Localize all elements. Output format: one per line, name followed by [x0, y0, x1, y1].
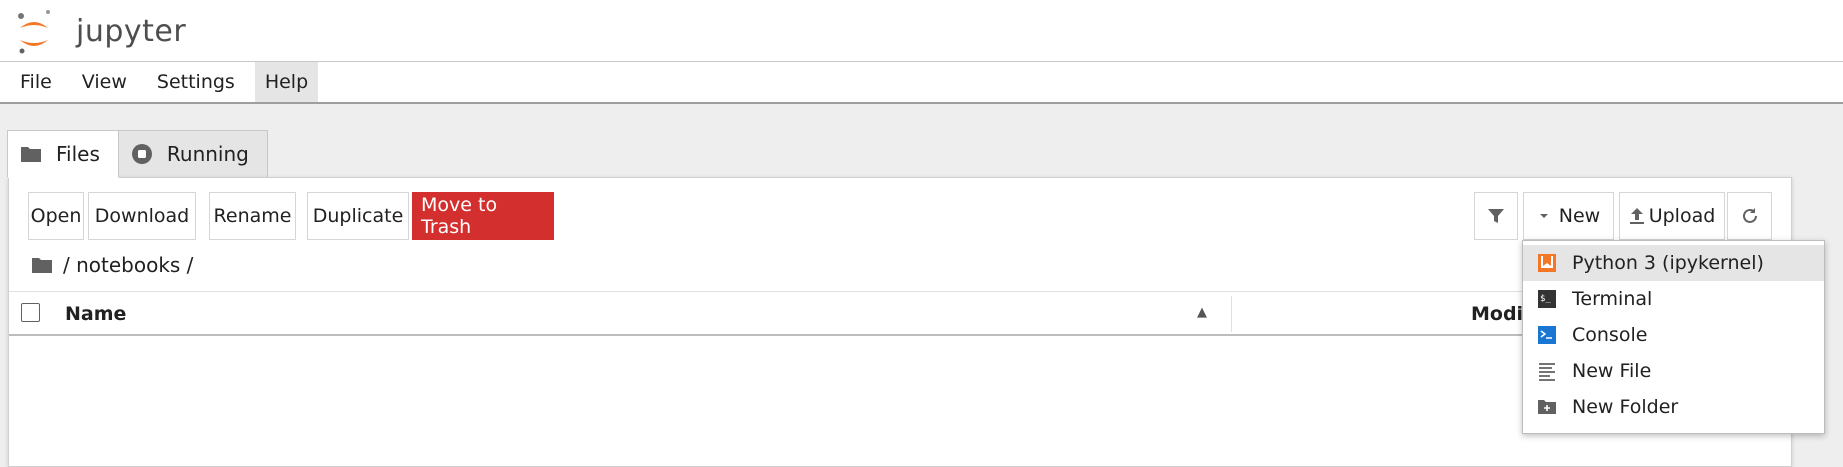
tab-bar: Files Running	[7, 130, 268, 178]
new-button[interactable]: New	[1523, 192, 1614, 240]
folder-icon	[20, 145, 42, 163]
terminal-icon: $_	[1537, 289, 1557, 309]
filter-button[interactable]	[1474, 192, 1518, 240]
stop-circle-icon	[131, 143, 153, 165]
sort-ascending-icon: ▲	[1197, 305, 1207, 320]
home-folder-icon[interactable]	[31, 256, 53, 274]
tab-files[interactable]: Files	[7, 130, 119, 178]
upload-icon	[1629, 208, 1644, 224]
menu-item-label: Terminal	[1572, 288, 1653, 310]
new-folder-icon	[1537, 397, 1557, 417]
menu-item-label: New Folder	[1572, 396, 1679, 418]
download-button[interactable]: Download	[88, 192, 196, 240]
jupyter-logo[interactable]: jupyter	[16, 8, 196, 56]
console-icon	[1537, 325, 1557, 345]
upload-button[interactable]: Upload	[1619, 192, 1725, 240]
menu-item-python3[interactable]: Python 3 (ipykernel)	[1523, 245, 1824, 281]
move-to-trash-button[interactable]: Move to Trash	[412, 192, 554, 240]
open-button[interactable]: Open	[28, 192, 84, 240]
menu-item-label: New File	[1572, 360, 1652, 382]
tab-running[interactable]: Running	[117, 130, 268, 178]
text-file-icon	[1537, 361, 1557, 381]
menu-settings[interactable]: Settings	[147, 62, 245, 102]
menu-item-console[interactable]: Console	[1523, 317, 1824, 353]
rename-button[interactable]: Rename	[209, 192, 296, 240]
duplicate-button[interactable]: Duplicate	[307, 192, 409, 240]
menu-item-label: Python 3 (ipykernel)	[1572, 252, 1764, 274]
menu-item-label: Console	[1572, 324, 1648, 346]
caret-down-icon	[1539, 214, 1548, 218]
new-button-label: New	[1558, 205, 1601, 227]
menu-item-terminal[interactable]: $_ Terminal	[1523, 281, 1824, 317]
filter-icon	[1488, 209, 1504, 223]
column-name[interactable]: Name	[65, 303, 126, 325]
upload-button-label: Upload	[1648, 205, 1716, 227]
column-divider[interactable]	[1231, 296, 1232, 332]
svg-text:$_: $_	[1540, 294, 1551, 304]
menu-item-new-folder[interactable]: New Folder	[1523, 389, 1824, 425]
python-notebook-icon	[1537, 253, 1557, 273]
menu-file[interactable]: File	[10, 62, 62, 102]
menu-view[interactable]: View	[72, 62, 137, 102]
menu-item-new-file[interactable]: New File	[1523, 353, 1824, 389]
logo-text: jupyter	[76, 14, 187, 49]
breadcrumb: / notebooks /	[31, 250, 193, 280]
breadcrumb-path[interactable]: / notebooks /	[63, 253, 193, 277]
jupyter-logo-icon	[18, 10, 50, 54]
tab-running-label: Running	[166, 142, 249, 166]
refresh-button[interactable]	[1727, 192, 1772, 240]
refresh-icon	[1742, 208, 1757, 223]
select-all-checkbox[interactable]	[21, 303, 40, 322]
menu-bar: File View Settings Help	[0, 62, 1843, 104]
tab-files-label: Files	[56, 142, 100, 166]
new-dropdown-menu: Python 3 (ipykernel) $_ Terminal Console…	[1522, 240, 1825, 434]
top-header: jupyter	[0, 0, 1843, 62]
menu-help[interactable]: Help	[254, 62, 319, 102]
